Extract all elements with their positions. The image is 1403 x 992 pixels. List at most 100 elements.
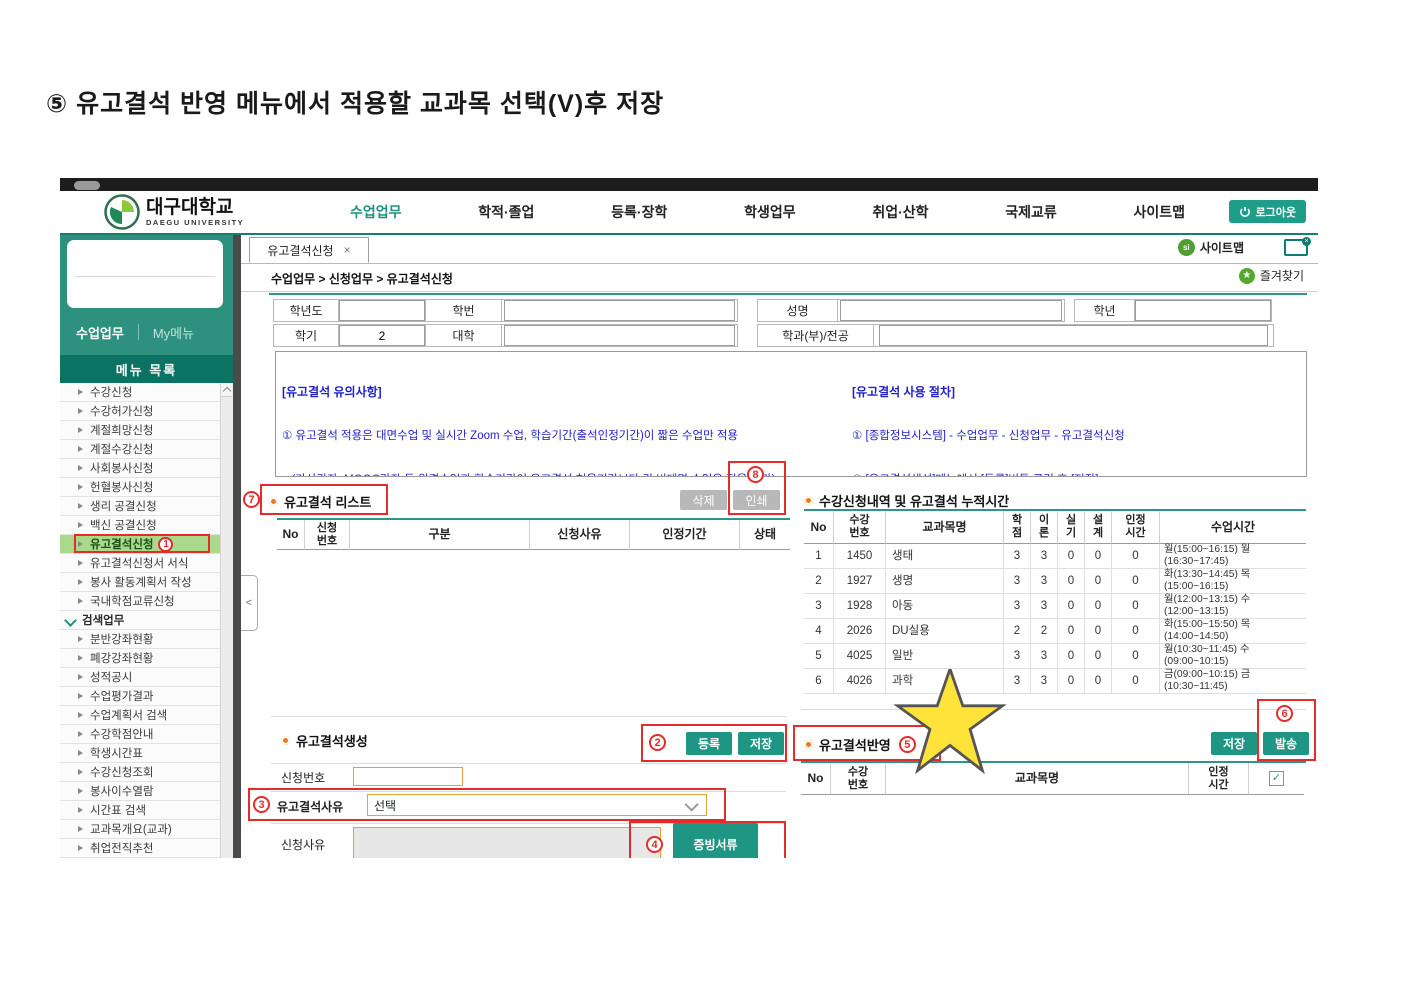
nav-item-registration[interactable]: 등록·장학 — [611, 202, 667, 222]
send-button[interactable]: 발송 — [1263, 732, 1309, 755]
arrow-icon — [78, 408, 83, 414]
term-cell — [338, 324, 426, 347]
sidebar-section-search[interactable]: 검색업무 — [60, 611, 233, 630]
sidebar-item-seasonal-hope[interactable]: 계절희망신청 — [60, 421, 233, 440]
sidebar-item-credit-guide[interactable]: 수강학점안내 — [60, 725, 233, 744]
sidebar-item-service-plan[interactable]: 봉사 활동계획서 작성 — [60, 573, 233, 592]
sidebar-item-class-eval[interactable]: 수업평가결과 — [60, 687, 233, 706]
sidebar-item-service-record[interactable]: 봉사이수열람 — [60, 782, 233, 801]
sidebar-item-blood-service[interactable]: 헌혈봉사신청 — [60, 478, 233, 497]
sidebar-item-menstrual-absence[interactable]: 생리 공결신청 — [60, 497, 233, 516]
reqno-input[interactable] — [353, 767, 463, 786]
app-body: 수업업무 My메뉴 메뉴 목록 수강신청 수강허가신청 계절희망신청 계절수강신… — [60, 235, 1318, 858]
sidebar-collapse-handle[interactable]: < — [241, 575, 258, 631]
sidebar-menu-list: 수강신청 수강허가신청 계절희망신청 계절수강신청 사회봉사신청 헌혈봉사신청 … — [60, 383, 233, 858]
favorite-button[interactable]: ★ 즐겨찾기 — [1238, 267, 1304, 284]
enroll-table-header: No 수강 번호 교과목명 학 점 이 론 실 기 설 계 인정 시간 수업시간 — [804, 511, 1306, 544]
sidebar-tab-classwork[interactable]: 수업업무 — [76, 323, 124, 342]
register-button[interactable]: 등록 — [686, 732, 732, 755]
nav-item-student[interactable]: 학생업무 — [744, 202, 796, 222]
select-all-checkbox[interactable]: ✓ — [1269, 771, 1284, 786]
dept-label: 학과(부)/전공 — [757, 324, 874, 347]
sidebar-item-course-outline[interactable]: 교과목개요(교과) — [60, 820, 233, 839]
close-icon[interactable]: × — [344, 243, 351, 257]
sidebar-item-divided-courses[interactable]: 분반강좌현황 — [60, 630, 233, 649]
tab-yugo-absence[interactable]: 유고결석신청 × — [249, 237, 369, 263]
sitemap-button[interactable]: si 사이트맵 — [1177, 239, 1244, 256]
sidebar-item-seasonal[interactable]: 계절수강신청 — [60, 440, 233, 459]
term-input[interactable] — [339, 325, 425, 346]
nav-item-sitemap[interactable]: 사이트맵 — [1133, 202, 1185, 222]
sidebar-item-yugo-form[interactable]: 유고결석신청서 서식 — [60, 554, 233, 573]
nav-item-records[interactable]: 학적·졸업 — [478, 202, 534, 222]
table-row[interactable]: 2 1927 생명 3 3 0 0 0 화(13:30~14:45) 목(15:00~16:15… — [804, 569, 1306, 594]
studentno-input[interactable] — [503, 300, 736, 321]
sidebar-item-closed-courses[interactable]: 폐강강좌현황 — [60, 649, 233, 668]
sidebar-item-domestic-credit[interactable]: 국내학점교류신청 — [60, 592, 233, 611]
table-row[interactable]: 5 4025 일반 3 3 0 0 0 월(10:30~11:45) 수(09:00~10:15… — [804, 644, 1306, 669]
enroll-table: No 수강 번호 교과목명 학 점 이 론 실 기 설 계 인정 시간 수업시간… — [804, 511, 1306, 694]
divider — [269, 293, 1307, 295]
dept-input[interactable] — [878, 325, 1269, 346]
nav-item-classwork[interactable]: 수업업무 — [350, 202, 402, 222]
nav-item-international[interactable]: 국제교류 — [1005, 202, 1057, 222]
college-input[interactable] — [503, 325, 736, 346]
print-button[interactable]: 인쇄 — [733, 490, 780, 510]
notice-box: [유고결석 유의사항] ① 유고결석 적용은 대면수업 및 실시간 Zoom 수… — [275, 351, 1307, 477]
apply-section-title: 유고결석반영 — [819, 738, 891, 753]
scroll-up-icon[interactable] — [221, 383, 232, 397]
table-row[interactable]: 6 4026 과학 3 3 0 0 0 금(09:00~10:15) 금(10:30~11:45… — [804, 669, 1306, 694]
sidebar-item-social-service[interactable]: 사회봉사신청 — [60, 459, 233, 478]
sidebar-item-sugang-lookup[interactable]: 수강신청조회 — [60, 763, 233, 782]
sidebar-item-timetable-search[interactable]: 시간표 검색 — [60, 801, 233, 820]
notice-left: [유고결석 유의사항] ① 유고결석 적용은 대면수업 및 실시간 Zoom 수… — [276, 352, 846, 476]
arrow-icon — [78, 731, 83, 737]
table-row[interactable]: 1 1450 생태 3 3 0 0 0 월(15:00~16:15) 월(16:30~17:45… — [804, 544, 1306, 569]
arrow-icon — [78, 560, 83, 566]
bullet-icon — [804, 740, 813, 749]
reason-select[interactable]: 선택 — [367, 794, 707, 816]
name-input[interactable] — [839, 300, 1063, 321]
sidebar-item-vaccine-absence[interactable]: 백신 공결신청 — [60, 516, 233, 535]
logout-button[interactable]: 로그아웃 — [1228, 200, 1306, 223]
check-column-header: ✓ — [1249, 763, 1304, 795]
arrow-icon — [78, 845, 83, 851]
sidebar-tab-mymenu[interactable]: My메뉴 — [153, 323, 194, 342]
year-label: 학년도 — [273, 299, 339, 322]
nav-item-career[interactable]: 취업·산학 — [872, 202, 928, 222]
reason-textarea[interactable] — [353, 827, 661, 858]
sidebar-item-syllabus-search[interactable]: 수업계획서 검색 — [60, 706, 233, 725]
list-section-title: 유고결석 리스트 — [284, 495, 372, 510]
sidebar-item-sugang[interactable]: 수강신청 — [60, 383, 233, 402]
table-row[interactable]: 3 1928 아동 3 3 0 0 0 월(12:00~13:15) 수(12:00~13:15… — [804, 594, 1306, 619]
chevron-down-icon — [684, 797, 699, 812]
apply-save-button[interactable]: 저장 — [1211, 732, 1257, 755]
student-info-form: 학년도 학번 성명 학년 학기 대학 — [273, 299, 1274, 349]
arrow-icon — [78, 636, 83, 642]
grade-input[interactable] — [1135, 300, 1271, 321]
reason-label: 신청사유 — [281, 838, 326, 852]
sidebar-item-clipped[interactable]: 취업전직추천 — [60, 839, 233, 858]
sidebar-item-yugo-absence[interactable]: 유고결석신청 1 — [60, 534, 233, 554]
university-logo: 대구대학교 DAEGU UNIVERSITY — [104, 194, 244, 230]
year-cell — [338, 299, 426, 322]
chevron-down-icon — [64, 614, 77, 627]
table-row[interactable]: 4 2026 DU실용 2 2 0 0 0 화(15:00~15:50) 목(14:00~14:… — [804, 619, 1306, 644]
tab-label: 유고결석신청 — [267, 243, 334, 258]
arrow-icon — [78, 655, 83, 661]
arrow-icon — [78, 769, 83, 775]
grade-label: 학년 — [1074, 299, 1135, 322]
sidebar-scrollbar[interactable] — [220, 383, 233, 858]
sidebar-item-grade-posting[interactable]: 성적공시 — [60, 668, 233, 687]
sidebar-item-timetable[interactable]: 학생시간표 — [60, 744, 233, 763]
delete-button[interactable]: 삭제 — [680, 490, 727, 510]
popup-window-icon[interactable]: × — [1284, 237, 1311, 256]
year-input[interactable] — [339, 300, 425, 321]
attach-button[interactable]: 증빙서류 — [673, 823, 758, 858]
content-area: 유고결석신청 × si 사이트맵 × 수업업무 > 신청업무 > 유고결석신청 — [241, 235, 1318, 858]
create-save-button[interactable]: 저장 — [738, 732, 784, 755]
sidebar-content-divider — [233, 235, 241, 858]
arrow-icon — [78, 503, 83, 509]
annotation-8: 8 — [747, 466, 764, 483]
sidebar-item-sugang-permit[interactable]: 수강허가신청 — [60, 402, 233, 421]
